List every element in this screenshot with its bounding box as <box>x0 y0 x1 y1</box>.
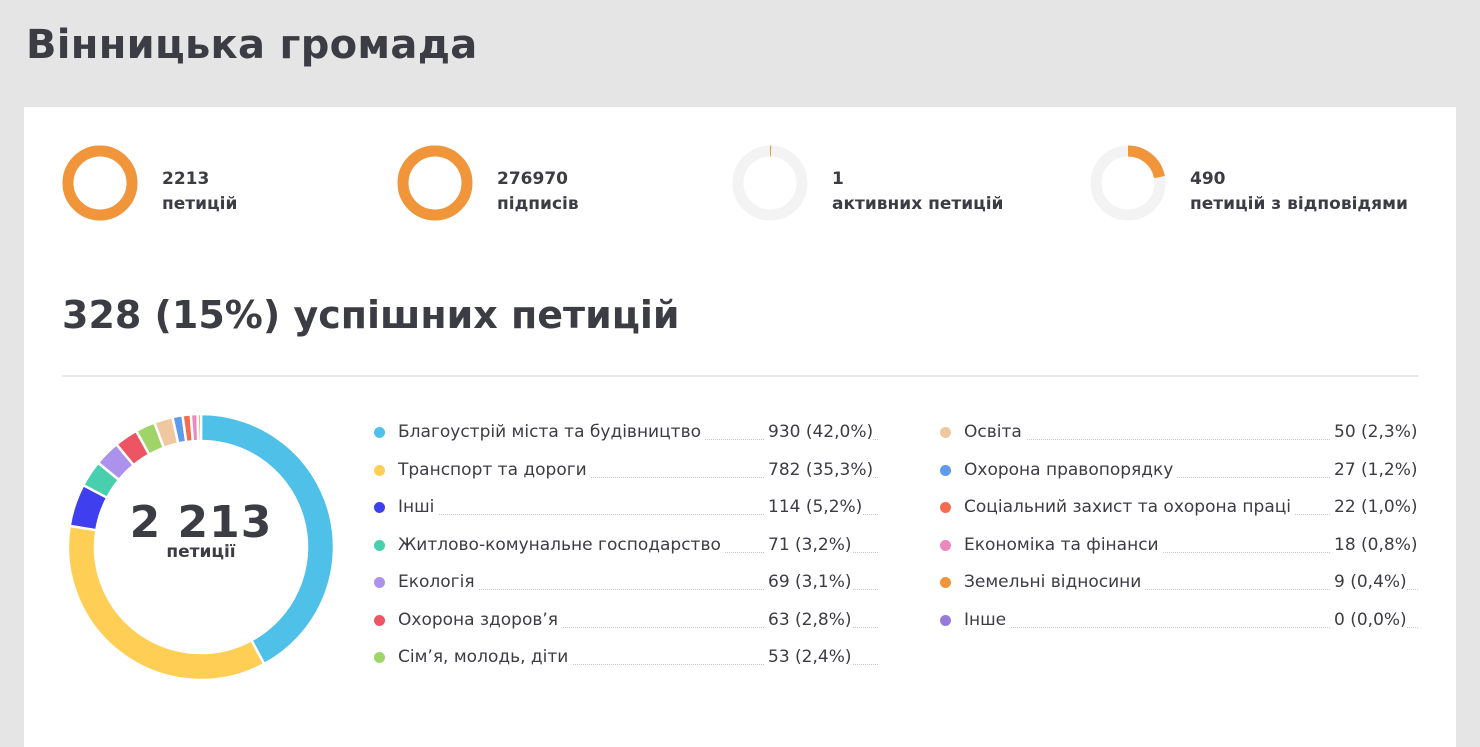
stat-label: петицій <box>162 194 238 214</box>
legend-label: Соціальний захист та охорона праці <box>964 497 1296 517</box>
legend-value: 63 (2,8%) <box>764 609 852 630</box>
legend-item: Охорона здоров’я 63 (2,8%) <box>374 607 882 645</box>
success-heading: 328 (15%) успішних петицій <box>62 293 680 337</box>
legend-item: Соціальний захист та охорона праці 22 (1,… <box>940 494 1422 532</box>
legend-value: 0 (0,0%) <box>1330 609 1407 630</box>
stat-value: 276970 <box>497 169 568 189</box>
legend-item: Благоустрій міста та будівництво 930 (42,… <box>374 419 882 457</box>
legend-label: Благоустрій міста та будівництво <box>398 422 705 442</box>
legend-value: 930 (42,0%) <box>764 422 874 442</box>
stat-value: 490 <box>1190 169 1226 189</box>
legend-value: 18 (0,8%) <box>1330 534 1418 555</box>
legend-label: Охорона правопорядку <box>964 459 1178 480</box>
legend-column-1: Благоустрій міста та будівництво 930 (42,… <box>374 419 882 682</box>
legend-label: Транспорт та дороги <box>398 459 591 480</box>
legend-label: Житлово-комунальне господарство <box>398 534 725 555</box>
legend-value: 69 (3,1%) <box>764 572 852 592</box>
stats-card: 2213 петицій 276970 підписів 1 активних … <box>24 107 1456 747</box>
stat-value: 2213 <box>162 169 210 189</box>
legend-dot <box>940 464 951 476</box>
legend-item: Сім’я, молодь, діти 53 (2,4%) <box>374 644 882 682</box>
legend-label: Сім’я, молодь, діти <box>398 647 573 667</box>
legend-dot <box>940 427 951 438</box>
progress-ring <box>62 145 138 221</box>
page-title: Вінницька громада <box>26 22 478 68</box>
legend-value: 50 (2,3%) <box>1330 422 1418 442</box>
donut-slice-11[interactable] <box>196 412 203 443</box>
legend-label: Інші <box>398 497 439 517</box>
legend-dot <box>940 577 951 588</box>
legend-item: Освіта 50 (2,3%) <box>940 419 1422 457</box>
legend-item: Транспорт та дороги 782 (35,3%) <box>374 457 882 495</box>
stat-label: підписів <box>497 194 579 214</box>
legend-label: Інше <box>964 609 1011 630</box>
legend-dot <box>374 577 385 588</box>
legend-value: 53 (2,4%) <box>764 647 852 667</box>
category-donut-chart: 2 213 петиції <box>66 412 336 682</box>
legend-item: Інше 0 (0,0%) <box>940 607 1422 645</box>
legend-dot <box>374 614 385 626</box>
legend-label: Освіта <box>964 422 1026 442</box>
legend-value: 114 (5,2%) <box>764 497 863 517</box>
donut-slice-1[interactable] <box>66 524 266 682</box>
divider <box>62 375 1419 377</box>
legend-item: Охорона правопорядку 27 (1,2%) <box>940 457 1422 495</box>
stat-value: 1 <box>832 169 844 189</box>
legend-item: Екологія 69 (3,1%) <box>374 569 882 607</box>
stat-label: петицій з відповідями <box>1190 194 1408 214</box>
legend-dot <box>374 427 385 438</box>
legend-value: 9 (0,4%) <box>1330 572 1407 592</box>
legend-column-2: Освіта 50 (2,3%) Охорона правопорядку 27 (1… <box>940 419 1422 644</box>
legend-dot <box>940 502 951 513</box>
legend-value: 27 (1,2%) <box>1330 459 1418 480</box>
donut-slice-0[interactable] <box>199 412 336 666</box>
legend-dot <box>374 652 385 663</box>
donut-svg <box>66 412 336 682</box>
legend-label: Земельні відносини <box>964 572 1146 592</box>
progress-ring <box>397 145 473 221</box>
legend-label: Екологія <box>398 572 479 592</box>
legend-item: Житлово-комунальне господарство 71 (3,2%) <box>374 532 882 570</box>
legend-dot <box>940 614 951 626</box>
progress-ring <box>1090 145 1166 221</box>
legend-value: 22 (1,0%) <box>1330 497 1418 517</box>
legend-item: Економіка та фінанси 18 (0,8%) <box>940 532 1422 570</box>
legend-dot <box>940 539 951 551</box>
legend-value: 782 (35,3%) <box>764 459 874 480</box>
legend-dot <box>374 464 385 476</box>
stat-label: активних петицій <box>832 194 1004 214</box>
progress-ring <box>732 145 808 221</box>
legend-item: Земельні відносини 9 (0,4%) <box>940 569 1422 607</box>
legend-label: Охорона здоров’я <box>398 609 563 630</box>
legend-item: Інші 114 (5,2%) <box>374 494 882 532</box>
legend-dot <box>374 539 385 551</box>
legend-dot <box>374 502 385 513</box>
progress-ring-fill <box>397 145 473 221</box>
legend-value: 71 (3,2%) <box>764 534 852 555</box>
progress-ring-fill <box>62 145 138 221</box>
legend-label: Економіка та фінанси <box>964 534 1163 555</box>
